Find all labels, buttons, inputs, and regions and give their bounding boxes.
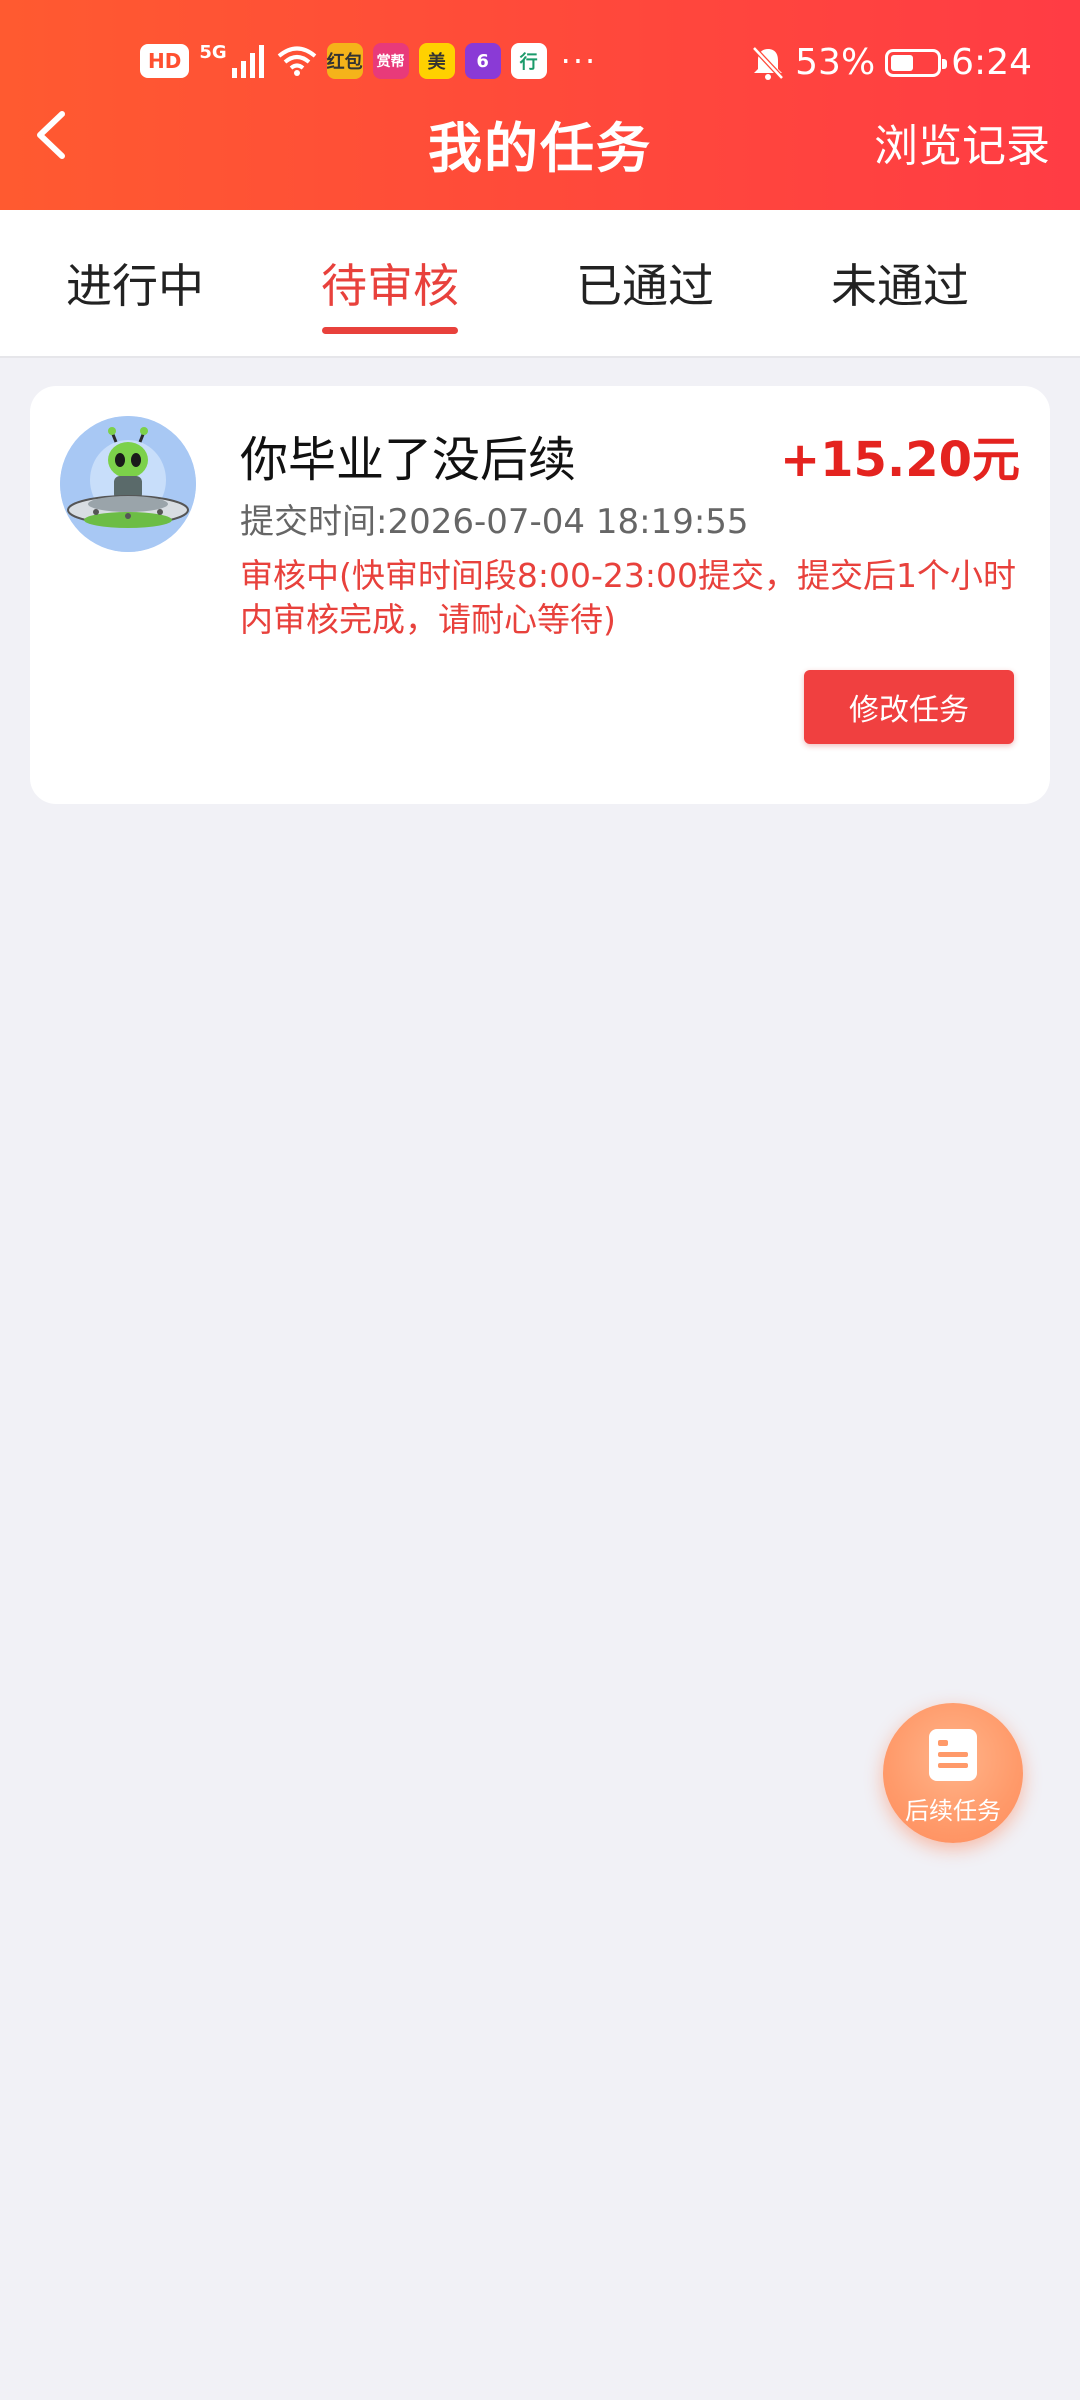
alien-ufo-icon	[60, 416, 196, 552]
fab-label: 后续任务	[905, 1797, 1001, 1825]
modify-task-button[interactable]: 修改任务	[804, 670, 1014, 744]
tab-pending-review[interactable]: 待审核	[255, 210, 525, 356]
browse-history-link[interactable]: 浏览记录	[874, 110, 1050, 174]
avatar	[60, 416, 196, 552]
bell-muted-icon	[752, 45, 784, 80]
tab-label: 待审核	[321, 259, 459, 313]
clock: 6:24	[951, 42, 1032, 83]
app-icon-4: 6	[464, 43, 501, 79]
review-status-text: 审核中(快审时间段8:00-23:00提交，提交后1个小时内审核完成，请耐心等待…	[240, 556, 1016, 639]
tab-rejected[interactable]: 未通过	[765, 210, 1035, 356]
battery-icon	[885, 48, 948, 77]
tab-approved[interactable]: 已通过	[510, 210, 780, 356]
signal-icon	[231, 45, 264, 78]
status-bar: HD 5G 红包 赏帮 美 6 行 ··· 53% 6:24	[0, 36, 1080, 94]
task-title: 你毕业了没后续	[240, 432, 577, 488]
follow-up-task-fab[interactable]: 后续任务	[883, 1703, 1023, 1843]
status-left: HD 5G 红包 赏帮 美 6 行 ···	[140, 42, 597, 80]
status-right: 53% 6:24	[751, 42, 1032, 83]
active-tab-indicator	[322, 327, 458, 334]
task-card[interactable]: 你毕业了没后续 +15.20元 提交时间:2026-07-04 18:19:55…	[30, 386, 1050, 804]
tab-label: 已通过	[576, 259, 714, 313]
network-label: 5G	[199, 42, 227, 63]
app-icon-1: 红包	[326, 43, 363, 79]
tab-in-progress[interactable]: 进行中	[0, 210, 270, 356]
hd-icon: HD	[140, 44, 190, 78]
app-icon-5: 行	[510, 43, 547, 79]
submit-time: 提交时间:2026-07-04 18:19:55	[240, 502, 749, 542]
battery-percent: 53%	[795, 42, 876, 83]
app-icon-2: 赏帮	[372, 43, 409, 79]
tab-label: 未通过	[831, 259, 969, 313]
task-reward: +15.20元	[779, 432, 1020, 488]
wifi-icon	[277, 46, 316, 76]
more-notifications-icon: ···	[560, 42, 598, 80]
top-header: HD 5G 红包 赏帮 美 6 行 ··· 53% 6:24 我的任务 浏览记录	[0, 0, 1080, 210]
status-tabs: 进行中 待审核 已通过 未通过	[0, 210, 1080, 358]
document-list-icon	[929, 1729, 977, 1781]
tab-label: 进行中	[66, 259, 204, 313]
app-icon-3: 美	[418, 43, 455, 79]
